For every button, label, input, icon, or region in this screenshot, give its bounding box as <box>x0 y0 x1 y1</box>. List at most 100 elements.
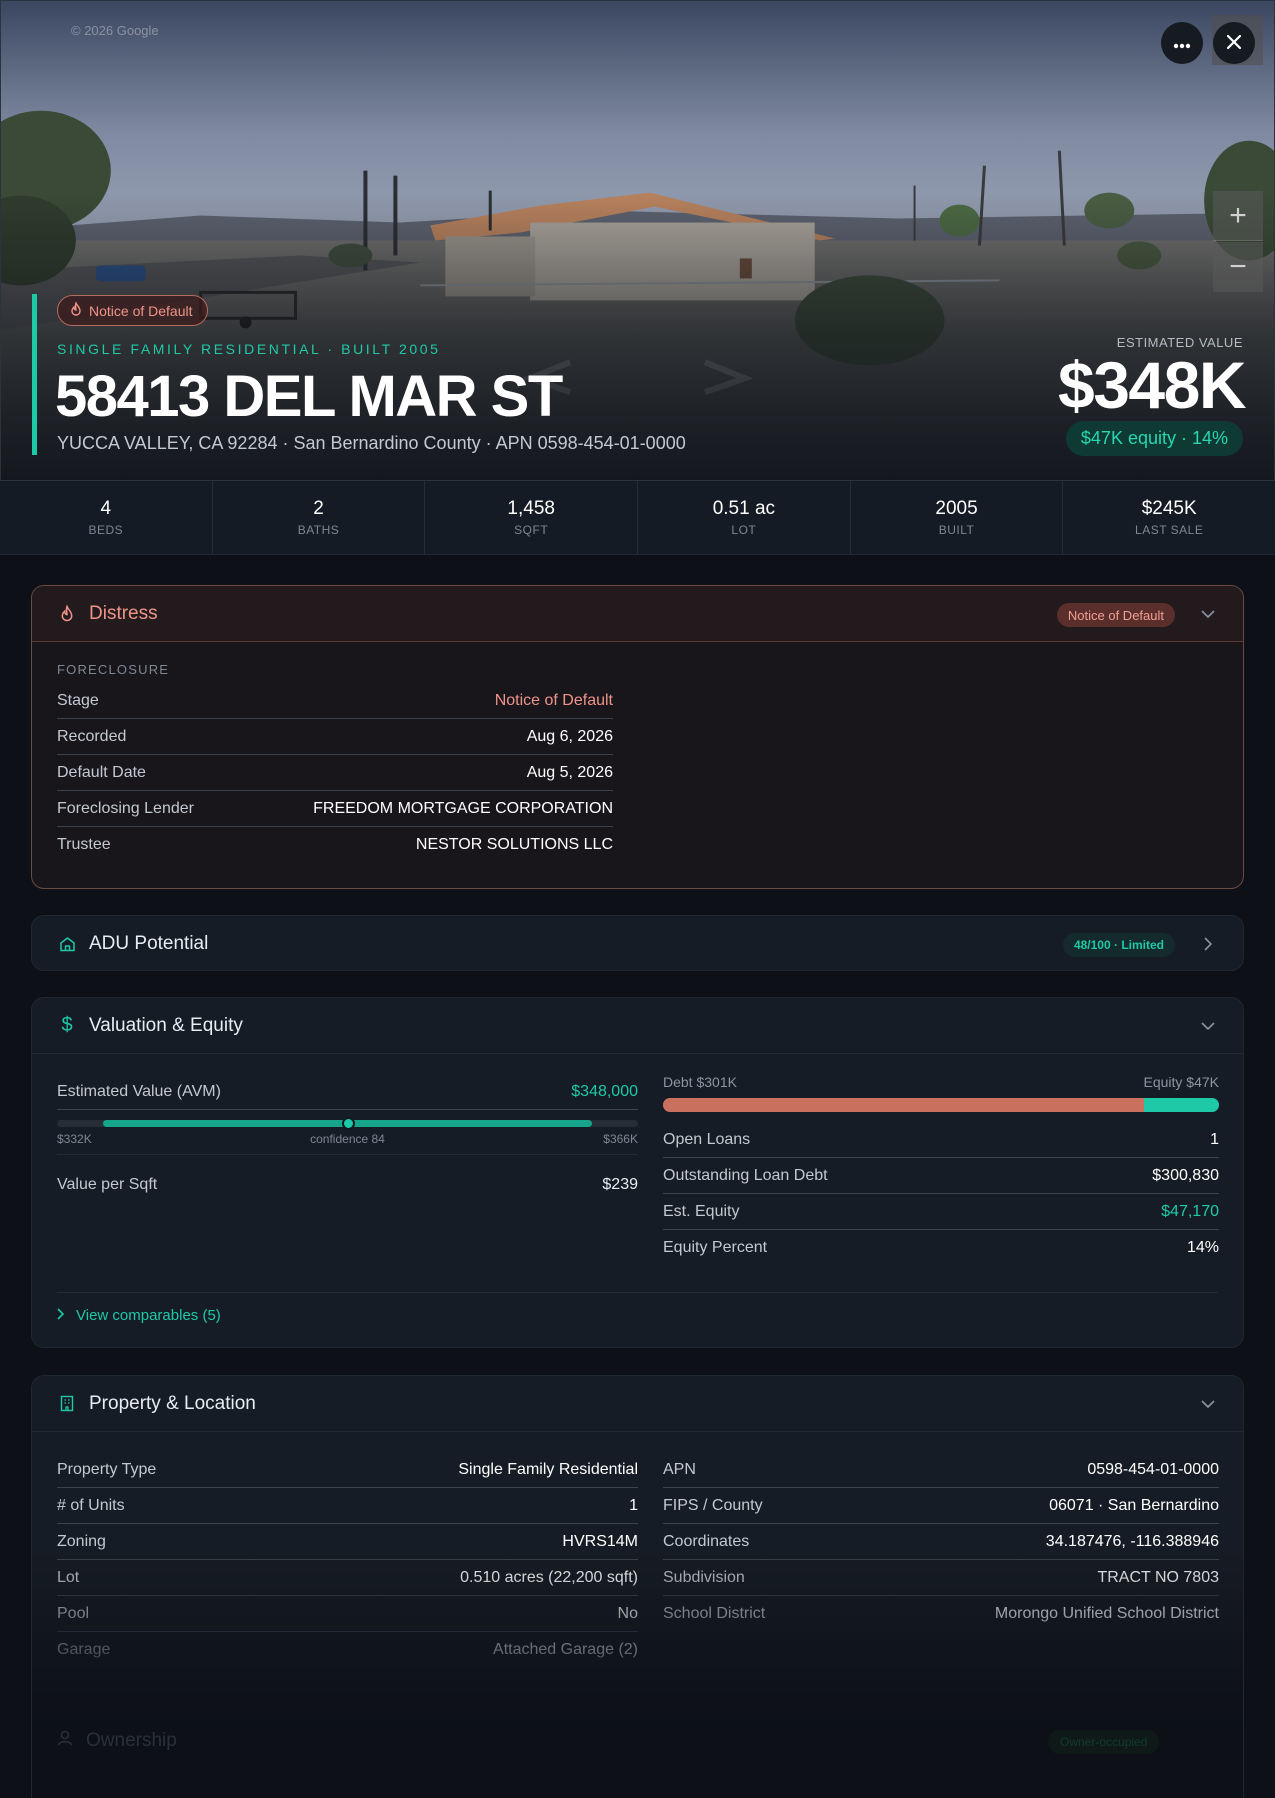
zoom-out-button[interactable]: − <box>1213 242 1263 292</box>
valuation-card-header[interactable]: $ Valuation & Equity <box>32 998 1243 1054</box>
stat-last-sale: $245K LAST SALE <box>1063 481 1275 554</box>
detail-row-trustee: Trustee NESTOR SOLUTIONS LLC <box>57 827 613 863</box>
foreclosure-details: FORECLOSURE Stage Notice of Default Reco… <box>32 642 638 863</box>
flame-icon <box>70 300 82 319</box>
detail-value: 06071 · San Bernardino <box>1049 1496 1219 1514</box>
detail-value: $300,830 <box>1152 1166 1219 1184</box>
chevron-down-icon[interactable] <box>1198 1016 1218 1036</box>
subdivision-row: Subdivision TRACT NO 7803 <box>663 1560 1219 1596</box>
property-subaddress: YUCCA VALLEY, CA 92284 · San Bernardino … <box>57 433 686 453</box>
distress-title: Distress <box>89 602 158 624</box>
detail-key: Garage <box>57 1641 111 1658</box>
avm-range-labels: $332K confidence 84 $366K <box>57 1132 638 1155</box>
chevron-right-icon[interactable] <box>1198 934 1218 954</box>
map-watermark: © 2026 Google <box>71 23 159 38</box>
avm-panel: Estimated Value (AVM) $348,000 $332K con… <box>57 1074 638 1203</box>
avm-range-marker <box>341 1117 355 1130</box>
valuation-equity-card: $ Valuation & Equity Estimated Value (AV… <box>31 997 1244 1348</box>
owner-occupied-badge: Owner-occupied <box>1048 1730 1160 1754</box>
dollar-icon: $ <box>61 1014 73 1036</box>
zoning-row: Zoning HVRS14M <box>57 1524 638 1560</box>
detail-value: 0598-454-01-0000 <box>1087 1460 1219 1478</box>
foreclosure-section-label: FORECLOSURE <box>57 662 170 677</box>
debt-equity-bar <box>663 1098 1219 1112</box>
distress-card-header[interactable]: Distress Notice of Default <box>32 586 1243 642</box>
ownership-title: Ownership <box>86 1730 177 1751</box>
avm-label: Estimated Value (AVM) <box>57 1082 221 1100</box>
detail-key: Trustee <box>57 836 111 853</box>
detail-key: Stage <box>57 691 99 709</box>
range-low: $332K <box>57 1132 92 1146</box>
lot-row: Lot 0.510 acres (22,200 sqft) <box>57 1560 638 1596</box>
property-stats-bar: 4 BEDS 2 BATHS 1,458 SQFT 0.51 ac LOT 20… <box>0 480 1275 555</box>
chevron-down-icon[interactable] <box>1198 1394 1218 1414</box>
value-per-sqft-row: Value per Sqft $239 <box>57 1167 638 1203</box>
detail-key: Open Loans <box>663 1130 751 1148</box>
detail-key: Property Type <box>57 1460 157 1478</box>
equity-label: Equity $47K <box>1143 1074 1220 1090</box>
detail-value: TRACT NO 7803 <box>1097 1568 1219 1586</box>
stat-value: 4 <box>100 498 112 519</box>
detail-value: $47,170 <box>1161 1202 1219 1220</box>
adu-score-badge: 48/100 · Limited <box>1062 933 1175 957</box>
adu-title: ADU Potential <box>89 933 209 954</box>
flame-icon <box>57 604 77 624</box>
street-view-hero[interactable]: © 2026 Google + − Notice of Default SING… <box>0 0 1275 480</box>
garage-row: Garage Attached Garage (2) <box>57 1632 638 1668</box>
stat-baths: 2 BATHS <box>213 481 426 554</box>
detail-value: 14% <box>1186 1239 1219 1256</box>
equity-segment <box>1143 1098 1219 1112</box>
range-confidence: confidence 84 <box>310 1132 385 1146</box>
est-equity-row: Est. Equity $47,170 <box>663 1194 1219 1230</box>
equity-pill: $47K equity · 14% <box>1065 421 1243 456</box>
detail-row-stage: Stage Notice of Default <box>57 683 613 719</box>
stat-label: BUILT <box>938 523 975 537</box>
detail-key: School District <box>663 1605 766 1622</box>
stat-value: 2 <box>313 498 324 519</box>
detail-value: Attached Garage (2) <box>493 1641 638 1658</box>
property-title: Property & Location <box>89 1392 256 1414</box>
close-icon <box>1226 32 1242 55</box>
adu-card-header[interactable]: ADU Potential 48/100 · Limited <box>32 916 1243 970</box>
more-options-button[interactable] <box>1161 22 1203 64</box>
distress-badge: Notice of Default <box>57 295 208 326</box>
open-loans-row: Open Loans 1 <box>663 1122 1219 1158</box>
detail-key: Zoning <box>57 1532 106 1550</box>
debt-label: Debt $301K <box>663 1074 737 1090</box>
stat-sqft: 1,458 SQFT <box>425 481 639 554</box>
close-button[interactable] <box>1213 22 1255 64</box>
distress-card: Distress Notice of Default FORECLOSURE S… <box>31 585 1244 889</box>
detail-value: Morongo Unified School District <box>994 1605 1219 1622</box>
school-district-row: School District Morongo Unified School D… <box>663 1596 1219 1632</box>
hero-accent-bar <box>32 294 37 455</box>
coordinates-row: Coordinates 34.187476, -116.388946 <box>663 1524 1219 1560</box>
zoom-in-button[interactable]: + <box>1213 191 1263 241</box>
person-icon <box>56 1729 74 1753</box>
stat-value: 1,458 <box>507 498 555 519</box>
avm-range-track <box>57 1117 638 1130</box>
debt-equity-panel: Debt $301K Equity $47K Open Loans 1 Outs… <box>663 1074 1219 1266</box>
pool-row: Pool No <box>57 1596 638 1632</box>
valuation-body: Estimated Value (AVM) $348,000 $332K con… <box>32 1054 1243 1347</box>
detail-value: Single Family Residential <box>458 1460 638 1478</box>
avm-value: $348,000 <box>571 1082 638 1100</box>
detail-key: APN <box>663 1460 696 1478</box>
detail-key: Coordinates <box>663 1532 750 1550</box>
detail-value: No <box>617 1604 638 1622</box>
apn-row: APN 0598-454-01-0000 <box>663 1452 1219 1488</box>
detail-value: FREEDOM MORTGAGE CORPORATION <box>313 799 613 817</box>
detail-value: 34.187476, -116.388946 <box>1045 1532 1219 1550</box>
range-high: $366K <box>603 1132 638 1146</box>
detail-key: Pool <box>57 1604 90 1622</box>
building-icon <box>57 1394 77 1414</box>
estimated-value: $348K <box>1058 348 1247 422</box>
ownership-card-header[interactable]: Ownership <box>56 1729 177 1753</box>
property-card-header[interactable]: Property & Location <box>32 1376 1243 1432</box>
distress-badge-label: Notice of Default <box>89 302 193 319</box>
vps-label: Value per Sqft <box>57 1176 158 1193</box>
vps-value: $239 <box>602 1176 638 1193</box>
chevron-down-icon[interactable] <box>1198 604 1218 624</box>
home-icon <box>57 934 77 954</box>
view-comparables-link[interactable]: View comparables (5) <box>57 1292 1218 1324</box>
adu-potential-card[interactable]: ADU Potential 48/100 · Limited <box>31 915 1244 971</box>
